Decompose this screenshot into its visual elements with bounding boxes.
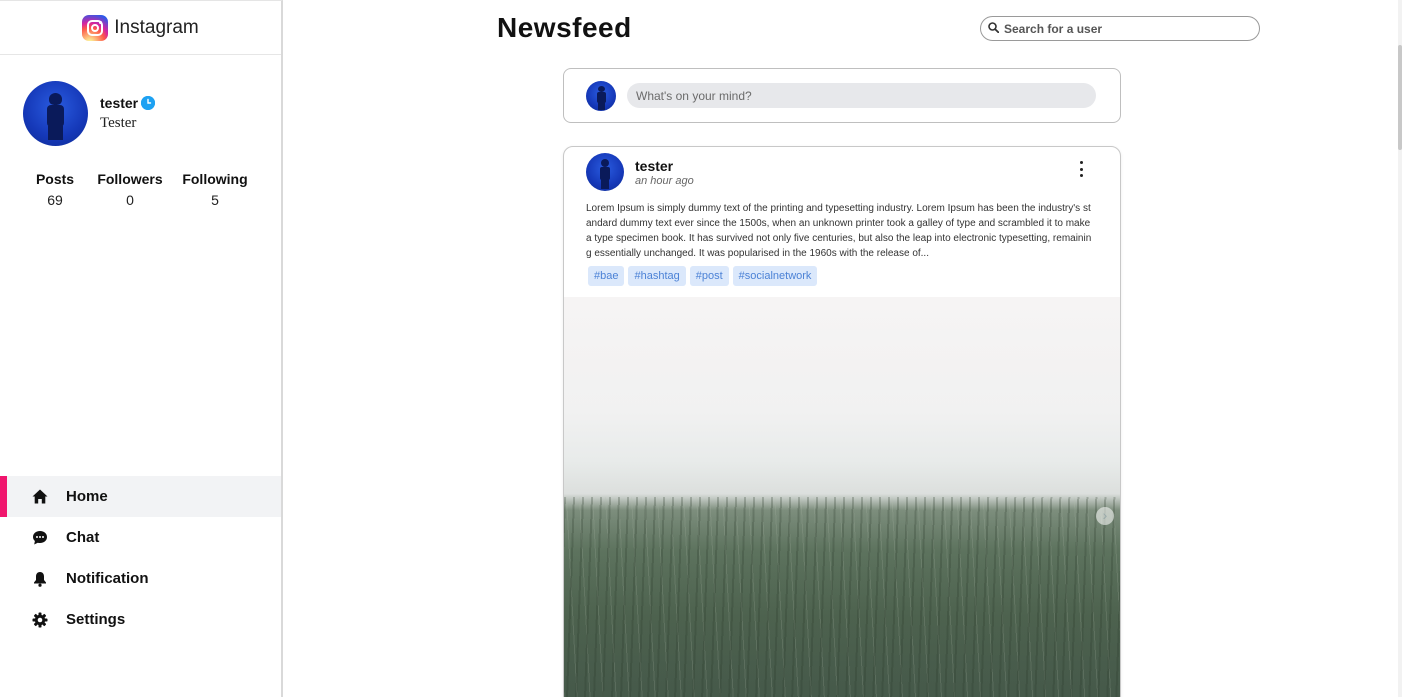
search-input[interactable]: [1004, 21, 1244, 36]
page-title: Newsfeed: [497, 12, 632, 43]
stat-value: 0: [126, 192, 134, 208]
stat-label: Posts: [35, 171, 75, 187]
brand-name: Instagram: [114, 16, 199, 38]
stat-following[interactable]: Following 5: [170, 171, 260, 208]
verified-icon: [141, 96, 156, 110]
stat-label: Following: [182, 171, 248, 187]
stat-value: 5: [211, 192, 219, 208]
gear-icon: [32, 612, 48, 628]
sidebar: Instagram tester Tester Posts 69 Followe…: [0, 0, 283, 697]
hashtag-chip[interactable]: #hashtag: [628, 266, 686, 286]
sidebar-nav: Home Chat Notification Settings: [0, 476, 281, 640]
avatar[interactable]: [586, 80, 616, 111]
brand-header[interactable]: Instagram: [0, 1, 281, 55]
profile-name[interactable]: tester: [100, 95, 138, 111]
hashtag-chip[interactable]: #post: [689, 266, 729, 286]
sidebar-item-label: Chat: [66, 529, 100, 546]
search-icon: [988, 20, 1000, 38]
hashtag-chip[interactable]: #bae: [588, 266, 625, 286]
sidebar-item-home[interactable]: Home: [0, 476, 281, 517]
post-card: tester an hour ago Lorem Ipsum is simply…: [563, 146, 1121, 697]
bell-icon: [32, 571, 48, 587]
sidebar-item-label: Settings: [66, 611, 126, 628]
profile-handle: Tester: [100, 115, 137, 131]
composer-input[interactable]: [627, 83, 1096, 108]
sidebar-item-chat[interactable]: Chat: [0, 517, 281, 558]
post-composer: [563, 68, 1121, 123]
stat-posts[interactable]: Posts 69: [20, 171, 90, 208]
search-bar[interactable]: [980, 16, 1260, 41]
avatar[interactable]: [586, 153, 624, 191]
home-icon: [32, 489, 48, 505]
scrollbar-thumb[interactable]: [1398, 45, 1402, 150]
chat-icon: [32, 530, 48, 546]
sidebar-item-label: Notification: [66, 570, 149, 587]
chevron-right-icon[interactable]: ›: [1096, 507, 1114, 525]
stat-followers[interactable]: Followers 0: [90, 171, 170, 208]
post-text: Lorem Ipsum is simply dummy text of the …: [586, 203, 1092, 259]
more-options-icon[interactable]: [1076, 161, 1086, 177]
stat-label: Followers: [97, 171, 163, 187]
profile-card: tester Tester: [23, 81, 156, 146]
post-image[interactable]: ›: [564, 297, 1120, 697]
hashtag-chip[interactable]: #socialnetwork: [732, 266, 818, 286]
post-header: tester an hour ago: [586, 153, 694, 191]
stat-value: 69: [47, 192, 63, 208]
sidebar-item-settings[interactable]: Settings: [0, 599, 281, 640]
avatar[interactable]: [23, 81, 88, 146]
post-timestamp: an hour ago: [635, 174, 694, 187]
wheat-field-image: [564, 497, 1120, 697]
sidebar-item-label: Home: [66, 488, 108, 505]
post-author[interactable]: tester: [635, 158, 694, 174]
scrollbar[interactable]: [1398, 0, 1402, 697]
sidebar-item-notification[interactable]: Notification: [0, 558, 281, 599]
profile-stats: Posts 69 Followers 0 Following 5: [20, 171, 260, 208]
post-tags: #bae #hashtag #post #socialnetwork: [588, 266, 818, 286]
instagram-logo-icon: [82, 14, 109, 41]
